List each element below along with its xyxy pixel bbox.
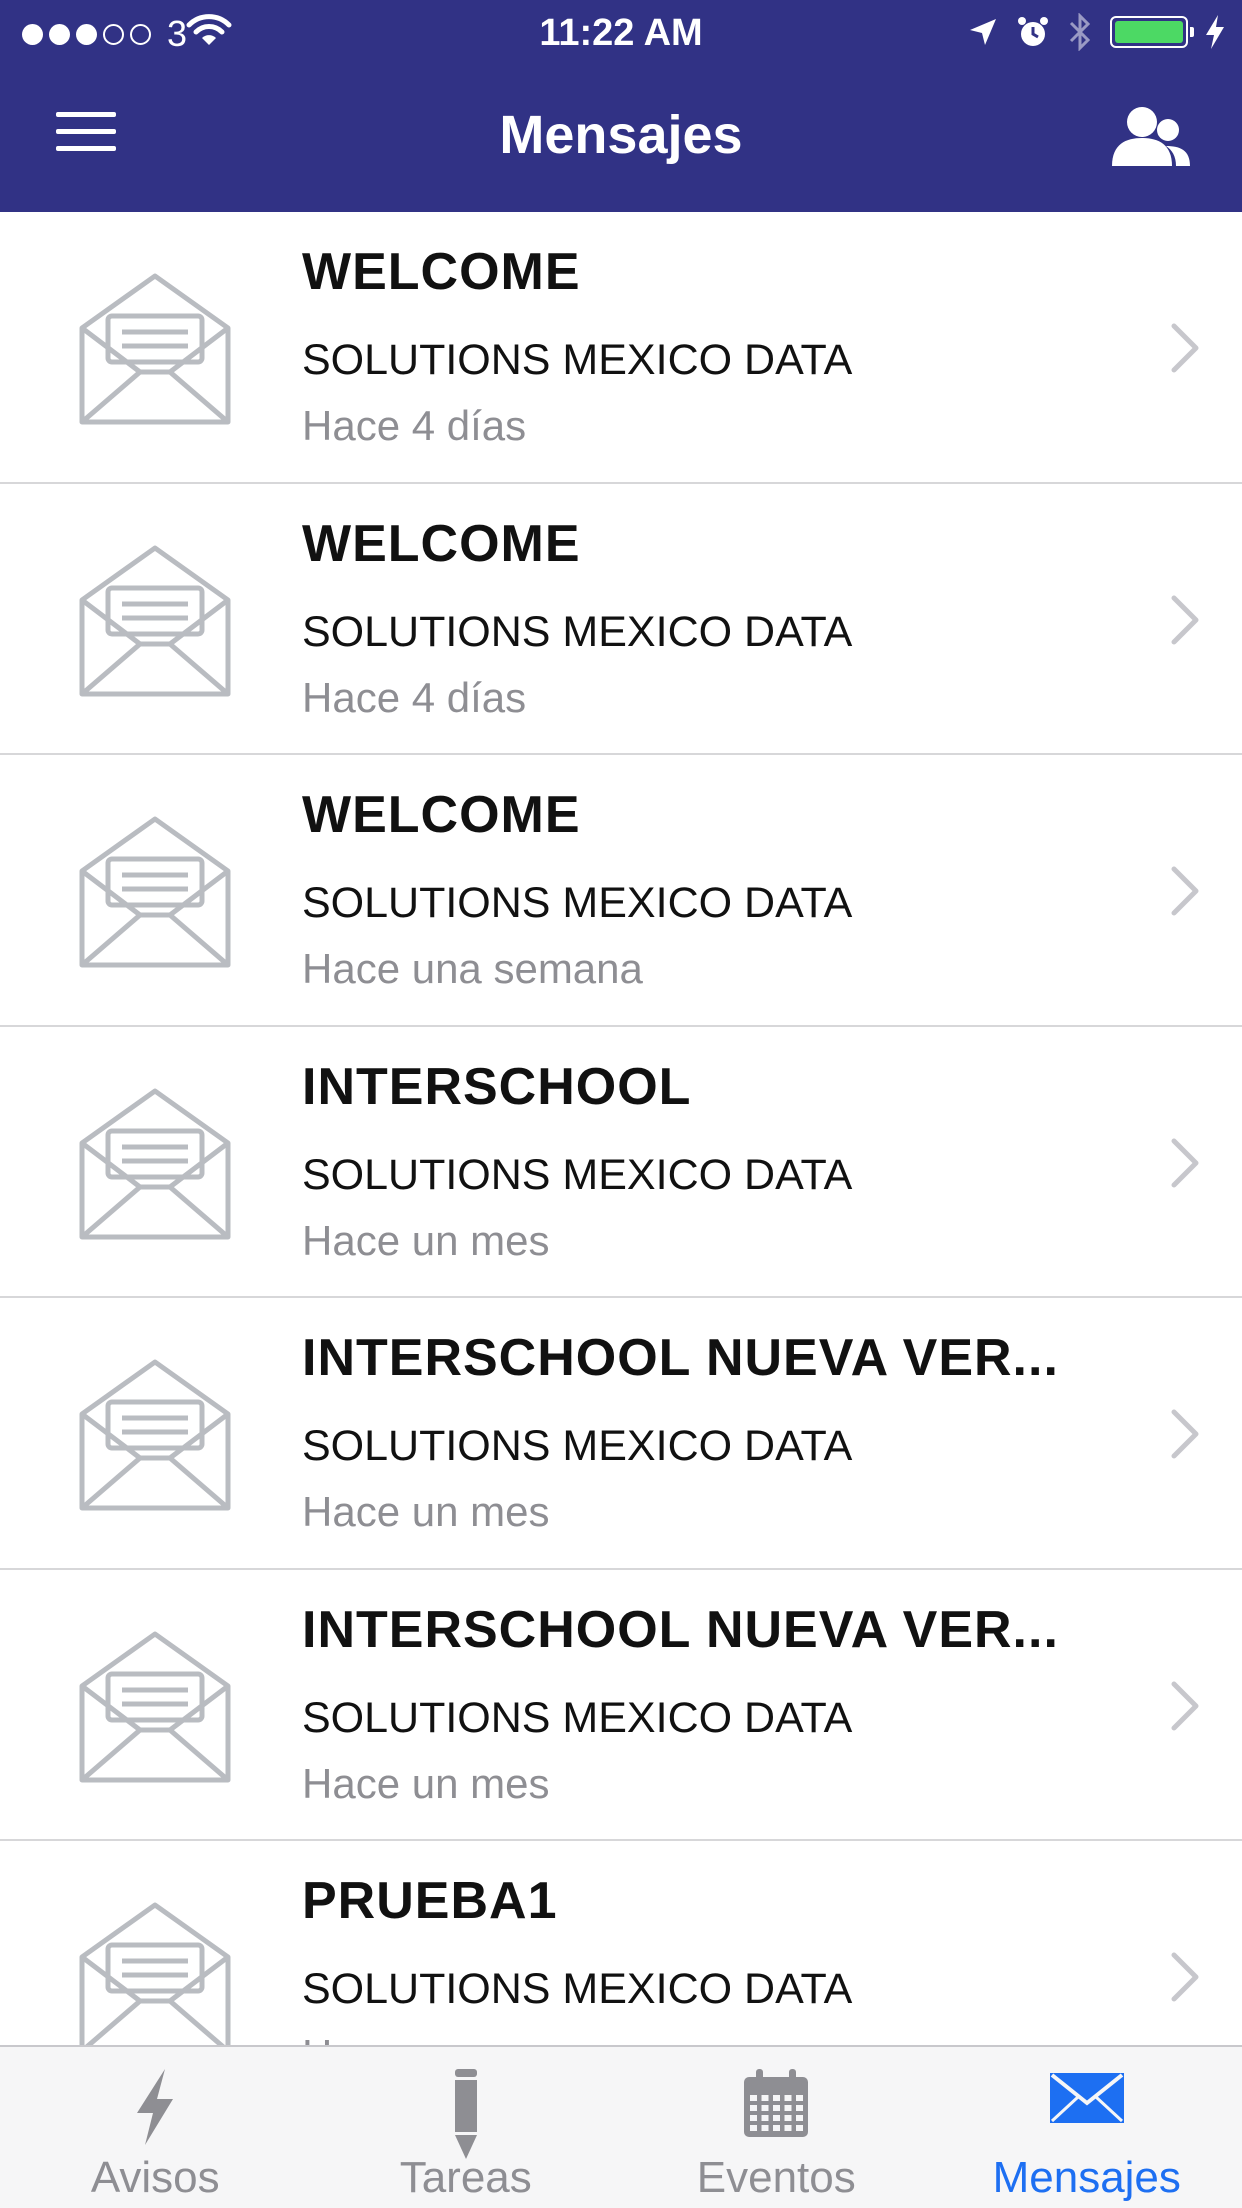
message-row[interactable]: WELCOME SOLUTIONS MEXICO DATA Hace 4 día…: [0, 483, 1242, 755]
message-title: INTERSCHOOL: [302, 1057, 692, 1116]
navigation-bar: Mensajes: [0, 64, 1242, 212]
open-envelope-icon: [79, 273, 231, 425]
message-row[interactable]: INTERSCHOOL SOLUTIONS MEXICO DATA Hace u…: [0, 1026, 1242, 1298]
open-envelope-icon: [79, 545, 231, 696]
tab-label: Eventos: [696, 2153, 856, 2202]
battery-icon: [1110, 16, 1194, 48]
message-time: Hace un mes: [302, 1488, 550, 1535]
status-right-icons: [968, 12, 1224, 52]
message-time: Hace un mes: [302, 1216, 550, 1264]
message-title: WELCOME: [302, 786, 581, 844]
message-sender: SOLUTIONS MEXICO DATA: [302, 1693, 853, 1742]
message-title: PRUEBA1: [302, 1872, 558, 1930]
envelope-icon: [1049, 2069, 1124, 2128]
message-row[interactable]: WELCOME SOLUTIONS MEXICO DATA Hace 4 día…: [0, 212, 1242, 484]
alarm-icon: [1018, 17, 1048, 46]
tab-avisos[interactable]: Avisos: [0, 2047, 311, 2208]
chevron-right-icon: [1171, 595, 1199, 644]
open-envelope-icon: [79, 1359, 231, 1511]
message-sender: SOLUTIONS MEXICO DATA: [302, 1150, 853, 1199]
bluetooth-icon: [1069, 13, 1091, 51]
message-sender: SOLUTIONS MEXICO DATA: [302, 607, 853, 656]
page-title: Mensajes: [499, 105, 743, 165]
charging-bolt-icon: [1206, 15, 1224, 49]
message-time: Hace 4 días: [302, 402, 527, 449]
message-time: Hace 4 días: [302, 673, 527, 721]
chevron-right-icon: [1171, 1952, 1199, 2002]
message-title: WELCOME: [302, 243, 581, 301]
chevron-right-icon: [1171, 1409, 1199, 1459]
message-list: WELCOME SOLUTIONS MEXICO DATA Hace 4 día…: [0, 212, 1242, 2045]
tab-label: Tareas: [399, 2153, 532, 2202]
open-envelope-icon: [79, 816, 231, 968]
open-envelope-icon: [79, 1631, 231, 1782]
open-envelope-icon: [79, 1902, 231, 2045]
message-sender: SOLUTIONS MEXICO DATA: [302, 879, 853, 927]
tab-tareas[interactable]: Tareas: [311, 2047, 622, 2208]
message-time: Hace un mes: [302, 1759, 550, 1807]
chevron-right-icon: [1171, 1681, 1199, 1730]
contacts-icon[interactable]: [1106, 104, 1192, 172]
message-title: INTERSCHOOL NUEVA VER...: [302, 1600, 1059, 1659]
message-row[interactable]: INTERSCHOOL NUEVA VER... SOLUTIONS MEXIC…: [0, 1298, 1242, 1570]
pencil-icon: [451, 2069, 481, 2164]
chevron-right-icon: [1171, 1138, 1199, 1187]
message-row[interactable]: WELCOME SOLUTIONS MEXICO DATA Hace una s…: [0, 755, 1242, 1027]
message-row[interactable]: INTERSCHOOL NUEVA VER... SOLUTIONS MEXIC…: [0, 1569, 1242, 1841]
tab-label: Mensajes: [992, 2153, 1181, 2202]
message-time: Hace una semana: [302, 945, 643, 992]
chevron-right-icon: [1171, 323, 1199, 373]
calendar-icon: [742, 2069, 810, 2144]
tab-eventos[interactable]: Eventos: [621, 2047, 932, 2208]
tab-label: Avisos: [90, 2153, 220, 2202]
location-arrow-icon: [970, 19, 996, 45]
message-sender: SOLUTIONS MEXICO DATA: [302, 336, 853, 384]
message-sender: SOLUTIONS MEXICO DATA: [302, 1965, 853, 2013]
open-envelope-icon: [79, 1088, 231, 1239]
lightning-icon: [135, 2069, 175, 2150]
chevron-right-icon: [1171, 866, 1199, 916]
message-title: WELCOME: [302, 514, 581, 573]
app-header: 3 11:22 AM Mensajes: [0, 0, 1242, 212]
message-title: INTERSCHOOL NUEVA VER...: [302, 1329, 1059, 1387]
message-row[interactable]: PRUEBA1 SOLUTIONS MEXICO DATA Hace un me…: [0, 1841, 1242, 2045]
message-time: Hace un mes: [302, 2031, 549, 2045]
tab-bar: Avisos Tareas Eventos Mensajes: [0, 2045, 1242, 2208]
message-sender: SOLUTIONS MEXICO DATA: [302, 1422, 853, 1470]
tab-mensajes[interactable]: Mensajes: [932, 2047, 1242, 2208]
status-bar: 3 11:22 AM: [0, 0, 1242, 64]
